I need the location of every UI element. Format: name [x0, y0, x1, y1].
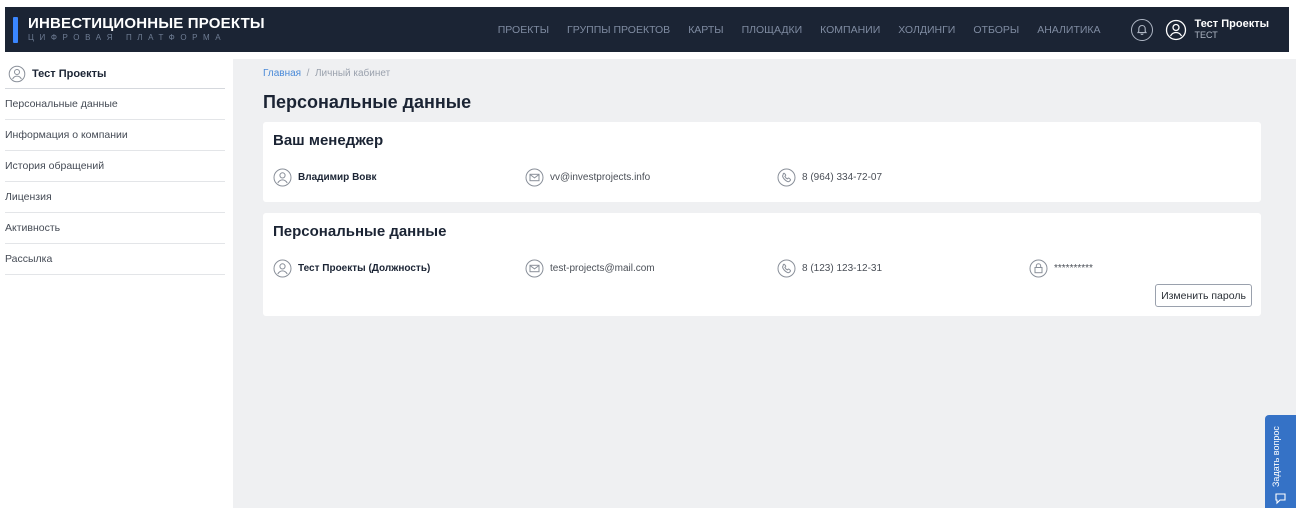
- chat-icon: [1275, 493, 1286, 505]
- change-password-button[interactable]: Изменить пароль: [1155, 284, 1252, 307]
- top-navbar: ИНВЕСТИЦИОННЫЕ ПРОЕКТЫ ЦИФРОВАЯ ПЛАТФОРМ…: [5, 7, 1289, 52]
- nav-companies[interactable]: КОМПАНИИ: [820, 24, 880, 36]
- manager-name-text: Владимир Вовк: [298, 172, 377, 183]
- manager-email-text: vv@investprojects.info: [550, 172, 651, 183]
- nav-analytics[interactable]: АНАЛИТИКА: [1037, 24, 1100, 36]
- sidebar-item-request-history[interactable]: История обращений: [5, 151, 225, 182]
- logo-text: ИНВЕСТИЦИОННЫЕ ПРОЕКТЫ ЦИФРОВАЯ ПЛАТФОРМ…: [28, 16, 265, 43]
- nav-sites[interactable]: ПЛОЩАДКИ: [742, 24, 803, 36]
- main-content: Главная / Личный кабинет Персональные да…: [233, 59, 1296, 508]
- logo-title: ИНВЕСТИЦИОННЫЕ ПРОЕКТЫ: [28, 15, 265, 32]
- user-name: Тест Проекты: [1194, 18, 1269, 30]
- sidebar-item-personal-data[interactable]: Персональные данные: [5, 89, 225, 120]
- mail-icon: [525, 259, 544, 278]
- user-menu[interactable]: Тест Проекты ТЕСТ: [1165, 18, 1269, 41]
- breadcrumb-current: Личный кабинет: [314, 68, 391, 79]
- nav-holdings[interactable]: ХОЛДИНГИ: [898, 24, 955, 36]
- personal-email[interactable]: test-projects@mail.com: [525, 259, 655, 278]
- personal-password-text: **********: [1054, 263, 1093, 274]
- ask-question-tab[interactable]: Задать вопрос: [1265, 415, 1296, 508]
- sidebar-profile-label: Тест Проекты: [32, 67, 107, 80]
- phone-icon: [777, 259, 796, 278]
- mail-icon: [525, 168, 544, 187]
- personal-data-card: Персональные данные Тест Проекты (Должно…: [263, 213, 1261, 316]
- personal-phone-text: 8 (123) 123-12-31: [802, 263, 883, 274]
- breadcrumb: Главная / Личный кабинет: [263, 68, 390, 79]
- ask-question-label: Задать вопрос: [1271, 426, 1281, 487]
- manager-card: Ваш менеджер Владимир Вовк vv@investproj…: [263, 122, 1261, 202]
- user-role: ТЕСТ: [1194, 30, 1218, 40]
- personal-name-text: Тест Проекты (Должность): [298, 263, 431, 274]
- main-nav: ПРОЕКТЫ ГРУППЫ ПРОЕКТОВ КАРТЫ ПЛОЩАДКИ К…: [498, 24, 1101, 36]
- nav-project-groups[interactable]: ГРУППЫ ПРОЕКТОВ: [567, 24, 670, 36]
- bell-icon[interactable]: [1130, 18, 1153, 41]
- manager-email[interactable]: vv@investprojects.info: [525, 168, 650, 187]
- sidebar-profile[interactable]: Тест Проекты: [5, 59, 225, 89]
- user-info: Тест Проекты ТЕСТ: [1195, 18, 1269, 41]
- user-icon: [273, 259, 292, 278]
- nav-maps[interactable]: КАРТЫ: [688, 24, 723, 36]
- logo-mark: [13, 16, 18, 43]
- sidebar-item-activity[interactable]: Активность: [5, 213, 225, 244]
- personal-password: **********: [1029, 259, 1093, 278]
- personal-card-title: Персональные данные: [273, 223, 447, 240]
- lock-icon: [1029, 259, 1048, 278]
- personal-name: Тест Проекты (Должность): [273, 259, 430, 278]
- user-icon: [273, 168, 292, 187]
- phone-icon: [777, 168, 796, 187]
- breadcrumb-home[interactable]: Главная: [263, 68, 301, 79]
- manager-phone-text: 8 (964) 334-72-07: [802, 172, 883, 183]
- manager-phone[interactable]: 8 (964) 334-72-07: [777, 168, 882, 187]
- personal-email-text: test-projects@mail.com: [550, 263, 655, 274]
- sidebar-item-license[interactable]: Лицензия: [5, 182, 225, 213]
- logo-subtitle: ЦИФРОВАЯ ПЛАТФОРМА: [28, 33, 227, 42]
- sidebar-item-newsletter[interactable]: Рассылка: [5, 244, 225, 275]
- manager-card-title: Ваш менеджер: [273, 132, 384, 149]
- personal-phone[interactable]: 8 (123) 123-12-31: [777, 259, 882, 278]
- manager-name: Владимир Вовк: [273, 168, 377, 187]
- user-icon: [1165, 19, 1187, 41]
- page-title: Персональные данные: [263, 92, 472, 112]
- logo[interactable]: ИНВЕСТИЦИОННЫЕ ПРОЕКТЫ ЦИФРОВАЯ ПЛАТФОРМ…: [13, 7, 265, 52]
- nav-selections[interactable]: ОТБОРЫ: [973, 24, 1019, 36]
- sidebar-item-company-info[interactable]: Информация о компании: [5, 120, 225, 151]
- user-icon: [8, 65, 26, 82]
- breadcrumb-separator: /: [306, 68, 310, 79]
- nav-projects[interactable]: ПРОЕКТЫ: [498, 24, 549, 36]
- page: ИНВЕСТИЦИОННЫЕ ПРОЕКТЫ ЦИФРОВАЯ ПЛАТФОРМ…: [0, 0, 1296, 508]
- sidebar: Тест Проекты Персональные данные Информа…: [5, 59, 233, 508]
